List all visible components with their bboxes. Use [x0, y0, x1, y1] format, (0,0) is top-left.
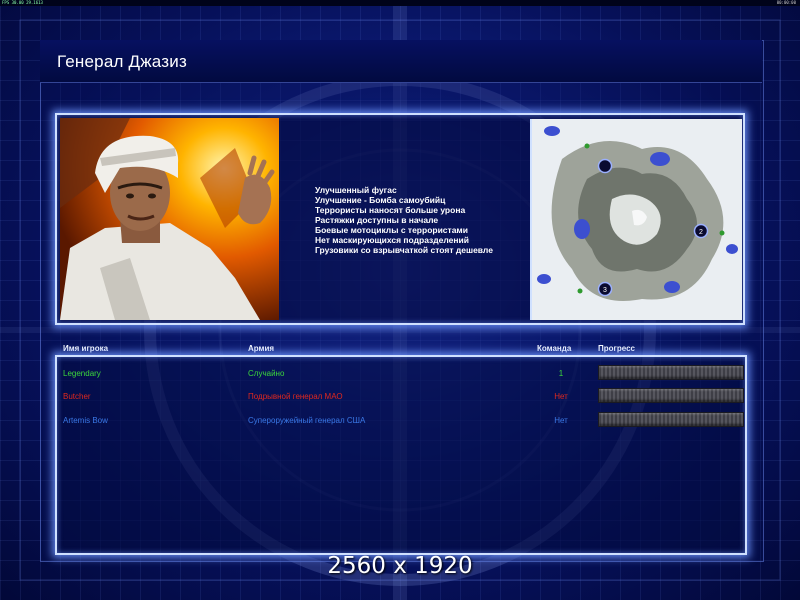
player-name: Artemis Bow: [63, 416, 108, 425]
player-army: Подрывной генерал МАО: [248, 392, 343, 401]
player-team: Нет: [554, 392, 568, 401]
feature-item: Террористы наносят больше урона: [315, 205, 466, 215]
general-jazeez-portrait-icon: [60, 118, 279, 320]
player-progress-bar: [598, 365, 744, 380]
header-progress: Прогресс: [598, 344, 635, 353]
player-row: Legendary Случайно 1: [0, 365, 800, 383]
feature-item: Грузовики со взрывчаткой стоят дешевле: [315, 245, 493, 255]
start-position-marker[interactable]: 2: [693, 223, 709, 239]
debug-topbar: FPS 30.00 29.1613 00:00:00: [0, 0, 800, 6]
player-row: Artemis Bow Супероружейный генерал США Н…: [0, 412, 800, 430]
player-team: 1: [558, 369, 564, 378]
player-army: Супероружейный генерал США: [248, 416, 366, 425]
resolution-watermark: 2560 x 1920: [327, 553, 473, 579]
start-position-marker[interactable]: [597, 158, 613, 174]
players-panel: [55, 355, 747, 555]
feature-item: Нет маскирующихся подразделений: [315, 235, 469, 245]
player-name: Legendary: [63, 369, 101, 378]
feature-item: Улучшенный фугас: [315, 185, 397, 195]
player-team: Нет: [554, 416, 568, 425]
fps-readout: FPS 30.00 29.1613: [2, 0, 43, 5]
header-team: Команда: [537, 344, 572, 353]
player-progress-bar: [598, 412, 744, 427]
header-army: Армия: [248, 344, 275, 353]
feature-item: Растяжки доступны в начале: [315, 215, 439, 225]
player-army: Случайно: [248, 369, 285, 378]
svg-text:2: 2: [699, 229, 703, 236]
player-row: Butcher Подрывной генерал МАО Нет: [0, 388, 800, 406]
general-portrait: [60, 118, 279, 320]
map-preview-icon: 2 3: [532, 119, 742, 320]
player-progress-bar: [598, 388, 744, 403]
player-name: Butcher: [63, 392, 91, 401]
clock-readout: 00:00:00: [776, 0, 796, 5]
feature-item: Боевые мотоциклы с террористами: [315, 225, 468, 235]
header-player-name: Имя игрока: [63, 344, 109, 353]
page-title: Генерал Джазиз: [57, 52, 187, 71]
feature-item: Улучшение - Бомба самоубийц: [315, 195, 446, 205]
svg-text:3: 3: [603, 287, 607, 294]
map-preview[interactable]: 2 3: [530, 119, 742, 320]
start-position-marker[interactable]: 3: [597, 281, 613, 297]
general-features-list: Улучшенный фугас Улучшение - Бомба самоу…: [315, 185, 493, 255]
